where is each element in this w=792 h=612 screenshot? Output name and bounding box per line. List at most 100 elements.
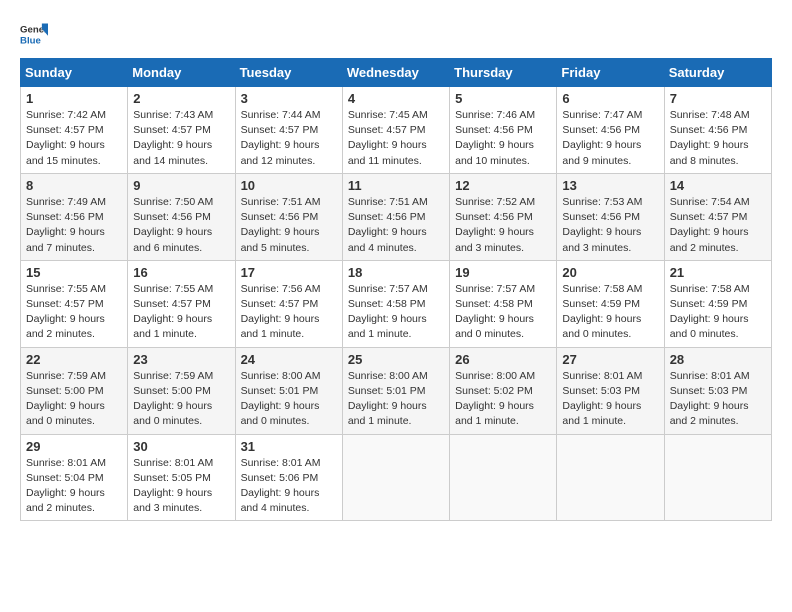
daylight: Daylight: 9 hours and 2 minutes. (670, 400, 749, 427)
weekday-header: Saturday (664, 59, 771, 87)
day-info: Sunrise: 8:00 AM Sunset: 5:02 PM Daylight:… (455, 369, 551, 430)
sunset: Sunset: 4:56 PM (455, 211, 533, 223)
day-number: 16 (133, 265, 229, 280)
sunrise: Sunrise: 7:55 AM (26, 283, 106, 295)
daylight: Daylight: 9 hours and 0 minutes. (133, 400, 212, 427)
day-number: 2 (133, 91, 229, 106)
calendar-cell: 23 Sunrise: 7:59 AMSunset: 5:00 PMDayligh… (128, 347, 235, 434)
day-number: 27 (562, 352, 658, 367)
day-number: 26 (455, 352, 551, 367)
day-info: Sunrise: 8:01 AMSunset: 5:03 PMDaylight:… (670, 369, 766, 430)
sunrise: Sunrise: 7:59 AM (133, 370, 213, 382)
calendar-cell: 15 Sunrise: 7:55 AM Sunset: 4:57 PM Dayligh… (21, 260, 128, 347)
daylight: Daylight: 9 hours and 5 minutes. (241, 226, 320, 253)
calendar-cell: 1Sunrise: 7:42 AMSunset: 4:57 PMDaylight… (21, 87, 128, 174)
day-number: 10 (241, 178, 337, 193)
sunset: Sunset: 4:56 PM (241, 211, 319, 223)
sunrise: Sunrise: 7:53 AM (562, 196, 642, 208)
logo: General Blue (20, 20, 54, 48)
sunset: Sunset: 4:57 PM (241, 124, 319, 136)
daylight: Daylight: 9 hours and 1 minute. (348, 313, 427, 340)
day-number: 11 (348, 178, 444, 193)
calendar-cell: 22Sunrise: 7:59 AMSunset: 5:00 PMDayligh… (21, 347, 128, 434)
weekday-header: Sunday (21, 59, 128, 87)
sunset: Sunset: 4:56 PM (562, 211, 640, 223)
daylight: Daylight: 9 hours and 2 minutes. (26, 313, 105, 340)
sunrise: Sunrise: 7:52 AM (455, 196, 535, 208)
sunset: Sunset: 5:01 PM (348, 385, 426, 397)
calendar-cell: 4Sunrise: 7:45 AMSunset: 4:57 PMDaylight… (342, 87, 449, 174)
sunset: Sunset: 4:59 PM (562, 298, 640, 310)
sunrise: Sunrise: 7:44 AM (241, 109, 321, 121)
sunrise: Sunrise: 7:46 AM (455, 109, 535, 121)
sunrise: Sunrise: 7:58 AM (562, 283, 642, 295)
day-info: Sunrise: 8:01 AMSunset: 5:05 PMDaylight:… (133, 456, 229, 517)
sunset: Sunset: 4:56 PM (26, 211, 104, 223)
sunset: Sunset: 4:57 PM (348, 124, 426, 136)
daylight: Daylight: 9 hours and 8 minutes. (670, 139, 749, 166)
calendar-cell (342, 434, 449, 521)
day-info: Sunrise: 8:01 AMSunset: 5:03 PMDaylight:… (562, 369, 658, 430)
sunset: Sunset: 5:05 PM (133, 472, 211, 484)
daylight: Daylight: 9 hours and 14 minutes. (133, 139, 212, 166)
calendar-cell: 14Sunrise: 7:54 AMSunset: 4:57 PMDayligh… (664, 173, 771, 260)
calendar-cell: 19 Sunrise: 7:57 AMSunset: 4:58 PMDayligh… (450, 260, 557, 347)
calendar-cell: 17Sunrise: 7:56 AMSunset: 4:57 PMDayligh… (235, 260, 342, 347)
daylight: Daylight: 9 hours and 10 minutes. (455, 139, 534, 166)
sunrise: Sunrise: 7:48 AM (670, 109, 750, 121)
day-info: Sunrise: 7:47 AMSunset: 4:56 PMDaylight:… (562, 108, 658, 169)
sunset: Sunset: 4:56 PM (455, 124, 533, 136)
daylight: Daylight: 9 hours and 1 minute. (455, 400, 534, 427)
day-number: 21 (670, 265, 766, 280)
day-info: Sunrise: 7:54 AMSunset: 4:57 PMDaylight:… (670, 195, 766, 256)
sunrise: Sunrise: 7:51 AM (348, 196, 428, 208)
daylight: Daylight: 9 hours and 6 minutes. (133, 226, 212, 253)
sunset: Sunset: 4:57 PM (26, 298, 104, 310)
sunrise: Sunrise: 7:50 AM (133, 196, 213, 208)
calendar-cell: 30 Sunrise: 8:01 AMSunset: 5:05 PMDayligh… (128, 434, 235, 521)
sunrise: Sunrise: 8:00 AM (241, 370, 321, 382)
calendar-cell: 7 Sunrise: 7:48 AM Sunset: 4:56 PM Daylight… (664, 87, 771, 174)
daylight: Daylight: 9 hours and 3 minutes. (562, 226, 641, 253)
sunset: Sunset: 4:57 PM (241, 298, 319, 310)
day-number: 6 (562, 91, 658, 106)
sunset: Sunset: 4:56 PM (348, 211, 426, 223)
sunset: Sunset: 4:57 PM (26, 124, 104, 136)
sunrise: Sunrise: 7:59 AM (26, 370, 106, 382)
day-info: Sunrise: 7:58 AMSunset: 4:59 PMDaylight:… (670, 282, 766, 343)
calendar-cell: 31 Sunrise: 8:01 AMSunset: 5:06 PMDayligh… (235, 434, 342, 521)
sunset: Sunset: 5:02 PM (455, 385, 533, 397)
day-number: 13 (562, 178, 658, 193)
day-number: 19 (455, 265, 551, 280)
day-number: 12 (455, 178, 551, 193)
day-info: Sunrise: 7:56 AMSunset: 4:57 PMDaylight:… (241, 282, 337, 343)
day-info: Sunrise: 7:59 AMSunset: 5:00 PMDaylight:… (133, 369, 229, 430)
sunset: Sunset: 4:57 PM (670, 211, 748, 223)
day-number: 15 (26, 265, 122, 280)
day-info: Sunrise: 7:43 AMSunset: 4:57 PMDaylight:… (133, 108, 229, 169)
sunrise: Sunrise: 7:57 AM (455, 283, 535, 295)
sunset: Sunset: 4:56 PM (670, 124, 748, 136)
sunset: Sunset: 5:00 PM (26, 385, 104, 397)
calendar-cell: 16Sunrise: 7:55 AMSunset: 4:57 PMDayligh… (128, 260, 235, 347)
sunrise: Sunrise: 8:01 AM (670, 370, 750, 382)
day-number: 9 (133, 178, 229, 193)
day-info: Sunrise: 7:57 AMSunset: 4:58 PMDaylight:… (455, 282, 551, 343)
sunrise: Sunrise: 7:56 AM (241, 283, 321, 295)
daylight: Daylight: 9 hours and 1 minute. (348, 400, 427, 427)
daylight: Daylight: 9 hours and 0 minutes. (26, 400, 105, 427)
calendar-table: SundayMondayTuesdayWednesdayThursdayFrid… (20, 58, 772, 521)
calendar-cell: 13 Sunrise: 7:53 AM Sunset: 4:56 PM Dayligh… (557, 173, 664, 260)
day-number: 23 (133, 352, 229, 367)
weekday-header: Tuesday (235, 59, 342, 87)
day-number: 7 (670, 91, 766, 106)
day-info: Sunrise: 7:44 AMSunset: 4:57 PMDaylight:… (241, 108, 337, 169)
day-info: Sunrise: 8:01 AMSunset: 5:06 PMDaylight:… (241, 456, 337, 517)
day-number: 31 (241, 439, 337, 454)
day-number: 20 (562, 265, 658, 280)
sunset: Sunset: 4:56 PM (562, 124, 640, 136)
calendar-cell: 24Sunrise: 8:00 AMSunset: 5:01 PMDayligh… (235, 347, 342, 434)
sunrise: Sunrise: 8:00 AM (455, 370, 535, 382)
day-info: Sunrise: 7:46 AM Sunset: 4:56 PM Daylight:… (455, 108, 551, 169)
day-number: 30 (133, 439, 229, 454)
